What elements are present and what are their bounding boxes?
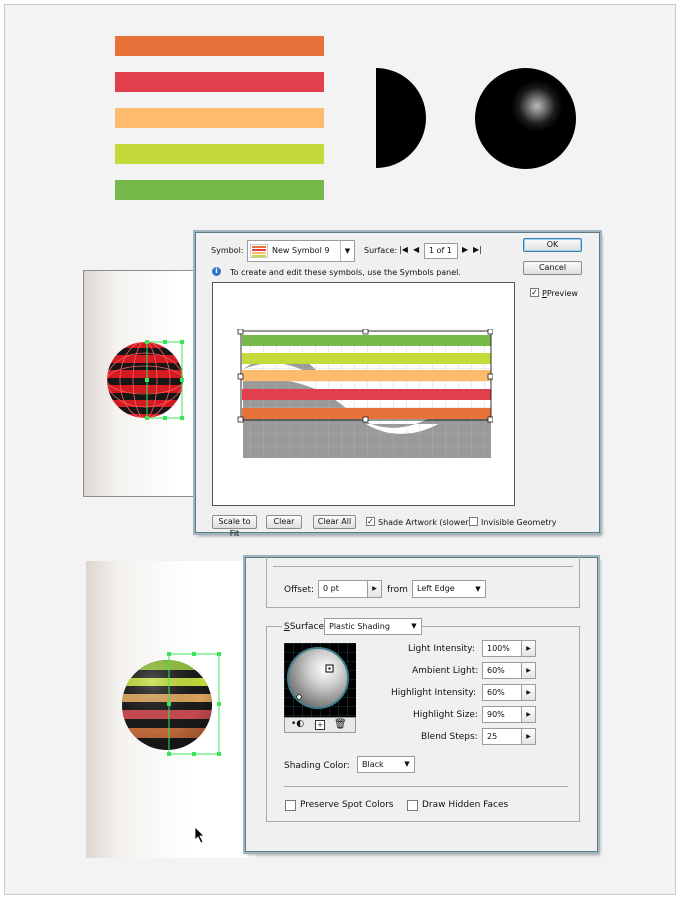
draw-hidden-faces-label: Draw Hidden Faces <box>422 800 509 810</box>
group-separator <box>273 566 573 567</box>
surface-label: SSurface: <box>282 622 330 632</box>
chevron-down-icon: ▼ <box>407 619 421 634</box>
preserve-spot-colors-label: Preserve Spot Colors <box>300 800 394 810</box>
mouse-pointer-icon <box>194 826 205 844</box>
lighting-sphere-graphic <box>284 643 356 717</box>
blend-steps-label: Blend Steps: <box>421 732 478 742</box>
lighting-preview[interactable] <box>284 643 356 717</box>
highlight-size-stepper-icon[interactable]: ▶ <box>521 707 535 722</box>
ambient-light-label: Ambient Light: <box>412 666 479 676</box>
shade-artwork-label: Shade Artwork (slower) <box>378 518 472 527</box>
ambient-light-input[interactable]: 60% ▶ <box>482 662 536 679</box>
highlight-intensity-input[interactable]: 60% ▶ <box>482 684 536 701</box>
symbol-thumbnail-icon <box>250 244 268 258</box>
surface-page-field[interactable]: 1 of 1 <box>424 243 458 259</box>
symbol-dropdown[interactable]: New Symbol 9 ▼ <box>247 240 355 262</box>
shading-color-label: Shading Color: <box>284 761 350 771</box>
offset-label: Offset: <box>284 585 315 595</box>
surface-map-graphic <box>237 329 493 458</box>
previous-surface-icon[interactable]: ◀ <box>413 245 419 254</box>
preview-label: PPreview <box>542 289 578 298</box>
invisible-geometry-label: Invisible Geometry <box>481 518 557 527</box>
next-surface-icon[interactable]: ▶ <box>462 245 468 254</box>
invisible-geometry-checkbox[interactable] <box>469 517 478 526</box>
3d-options-dialog: Offset: 0 pt ▶ from Left Edge ▼ SSurface… <box>245 556 598 852</box>
highlight-intensity-label: Highlight Intensity: <box>391 688 477 698</box>
chevron-down-icon: ▼ <box>340 241 354 261</box>
scale-to-fit-button[interactable]: Scale to Fit <box>212 515 257 538</box>
wireframe-sphere[interactable] <box>100 335 190 425</box>
preview-checkbox[interactable]: ✓ <box>530 288 539 297</box>
orange-stripe <box>115 36 324 56</box>
preserve-spot-colors-checkbox[interactable] <box>285 800 296 811</box>
symbol-label: Symbol: <box>211 246 244 255</box>
clear-button[interactable]: Clear <box>266 515 302 529</box>
blend-steps-stepper-icon[interactable]: ▶ <box>521 729 535 744</box>
offset-stepper-icon[interactable]: ▶ <box>367 581 381 597</box>
from-label: from <box>387 585 408 595</box>
delete-light-icon[interactable]: 🗑 <box>334 719 347 730</box>
highlight-intensity-stepper-icon[interactable]: ▶ <box>521 685 535 700</box>
shade-artwork-checkbox[interactable]: ✓ <box>366 517 375 526</box>
surface-dropdown[interactable]: Plastic Shading ▼ <box>324 618 422 635</box>
symbol-value: New Symbol 9 <box>272 246 330 255</box>
peach-stripe <box>115 108 324 128</box>
info-text: To create and edit these symbols, use th… <box>230 268 461 277</box>
new-light-icon[interactable]: + <box>315 720 325 730</box>
lime-stripe <box>115 144 324 164</box>
cancel-button[interactable]: Cancel <box>523 261 582 275</box>
light-intensity-input[interactable]: 100% ▶ <box>482 640 536 657</box>
highlight-size-input[interactable]: 90% ▶ <box>482 706 536 723</box>
shaded-sphere[interactable] <box>112 648 227 760</box>
symbol-map-preview[interactable] <box>212 282 515 506</box>
draw-hidden-faces-checkbox[interactable] <box>407 800 418 811</box>
info-icon: i <box>212 267 221 276</box>
first-surface-icon[interactable]: |◀ <box>399 245 408 254</box>
from-dropdown[interactable]: Left Edge ▼ <box>412 580 486 598</box>
light-intensity-stepper-icon[interactable]: ▶ <box>521 641 535 656</box>
highlight-size-label: Highlight Size: <box>413 710 478 720</box>
shading-color-dropdown[interactable]: Black ▼ <box>357 756 415 773</box>
move-light-back-icon[interactable]: •◐ <box>291 719 304 729</box>
ambient-light-stepper-icon[interactable]: ▶ <box>521 663 535 678</box>
red-stripe <box>115 72 324 92</box>
last-surface-icon[interactable]: ▶| <box>473 245 482 254</box>
clear-all-button[interactable]: Clear All <box>313 515 356 529</box>
blend-steps-input[interactable]: 25 ▶ <box>482 728 536 745</box>
options-separator <box>284 786 568 787</box>
map-art-dialog: Symbol: New Symbol 9 ▼ Surface: |◀ ◀ 1 o… <box>195 232 600 538</box>
black-circle-shape <box>475 68 576 169</box>
light-intensity-label: Light Intensity: <box>408 644 475 654</box>
lighting-toolbar: •◐ + 🗑 <box>284 717 356 733</box>
offset-input[interactable]: 0 pt ▶ <box>318 580 382 598</box>
green-stripe <box>115 180 324 200</box>
chevron-down-icon: ▼ <box>471 581 485 597</box>
ok-button[interactable]: OK <box>523 238 582 252</box>
surface-label: Surface: <box>364 246 398 255</box>
chevron-down-icon: ▼ <box>400 757 414 772</box>
